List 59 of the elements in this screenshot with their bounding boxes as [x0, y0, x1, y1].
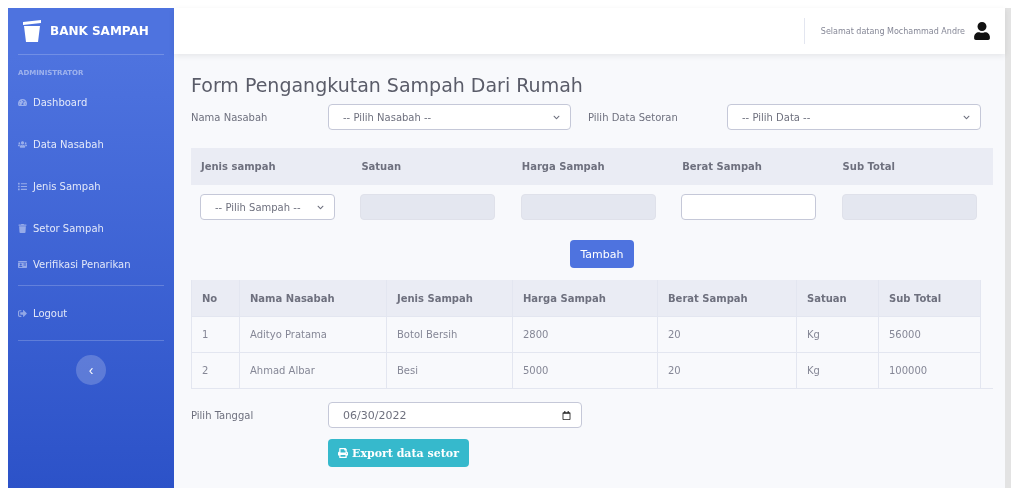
- select-field[interactable]: -- Pilih Sampah --: [200, 194, 335, 220]
- chevron-down-icon: [317, 203, 324, 211]
- field-label: Pilih Data Setoran: [588, 111, 679, 123]
- column-header: Jenis sampah: [191, 148, 352, 185]
- menu-item-icon: [18, 181, 27, 191]
- page-title: Form Pengangkutan Sampah Dari Rumah: [191, 74, 584, 96]
- input-field[interactable]: [681, 194, 817, 220]
- trash-bin-icon: [22, 19, 42, 43]
- column-header: Satuan: [351, 148, 512, 185]
- menu-item-icon: [18, 223, 27, 233]
- select-field[interactable]: -- Pilih Nasabah --: [328, 104, 571, 130]
- table-cell: 1: [192, 316, 240, 352]
- field-label: Pilih Tanggal: [191, 409, 255, 421]
- table-cell: 20: [658, 352, 797, 388]
- field-label: Nama Nasabah: [191, 111, 269, 123]
- table-cell: 5000: [513, 352, 658, 388]
- column-header: Berat Sampah: [658, 280, 797, 316]
- logout-icon: [18, 308, 27, 318]
- chevron-down-icon: [553, 113, 560, 121]
- calendar-icon[interactable]: [562, 410, 571, 420]
- sidebar-item[interactable]: Setor Sampah: [18, 207, 164, 249]
- brand-name: BANK SAMPAH: [50, 24, 149, 38]
- column-header: Jenis Sampah: [387, 280, 513, 316]
- sidebar-item[interactable]: Dashboard: [18, 81, 164, 123]
- menu-item-icon: [18, 139, 27, 149]
- date-field[interactable]: 06/30/2022: [328, 402, 582, 428]
- column-header: Harga Sampah: [511, 148, 673, 185]
- logout-link[interactable]: Logout: [18, 292, 164, 334]
- select-field[interactable]: -- Pilih Data --: [727, 104, 981, 130]
- sidebar-item[interactable]: Data Nasabah: [18, 123, 164, 165]
- welcome-text: Selamat datang Mochammad Andre: [820, 26, 965, 36]
- column-header: No: [192, 280, 240, 316]
- table-cell: Kg: [797, 316, 879, 352]
- add-button[interactable]: Tambah: [570, 240, 634, 268]
- user-avatar-icon[interactable]: [973, 22, 991, 40]
- table-cell: 20: [658, 316, 797, 352]
- export-button[interactable]: Export data setor: [328, 439, 469, 467]
- menu-item-icon: [18, 259, 27, 269]
- table-cell: Adityo Pratama: [240, 316, 387, 352]
- column-header: Sub Total: [879, 280, 981, 316]
- table-cell: 100000: [879, 352, 981, 388]
- column-header: Satuan: [797, 280, 879, 316]
- column-header: Nama Nasabah: [240, 280, 387, 316]
- column-header: Sub Total: [832, 148, 993, 185]
- table-cell: 56000: [879, 316, 981, 352]
- sidebar-toggle-button[interactable]: ‹: [76, 355, 106, 385]
- column-header: Berat Sampah: [672, 148, 833, 185]
- print-icon: [338, 448, 348, 458]
- table-cell: 2800: [513, 316, 658, 352]
- sidebar-item[interactable]: Jenis Sampah: [18, 165, 164, 207]
- menu-item-icon: [18, 97, 27, 107]
- chevron-down-icon: [963, 113, 970, 121]
- table-cell: Kg: [797, 352, 879, 388]
- table-cell: Besi: [387, 352, 513, 388]
- table-cell: 2: [192, 352, 240, 388]
- column-header: Harga Sampah: [513, 280, 658, 316]
- table-cell: Ahmad Albar: [240, 352, 387, 388]
- sidebar-item[interactable]: Verifikasi Penarikan: [18, 249, 164, 279]
- table-cell: Botol Bersih: [387, 316, 513, 352]
